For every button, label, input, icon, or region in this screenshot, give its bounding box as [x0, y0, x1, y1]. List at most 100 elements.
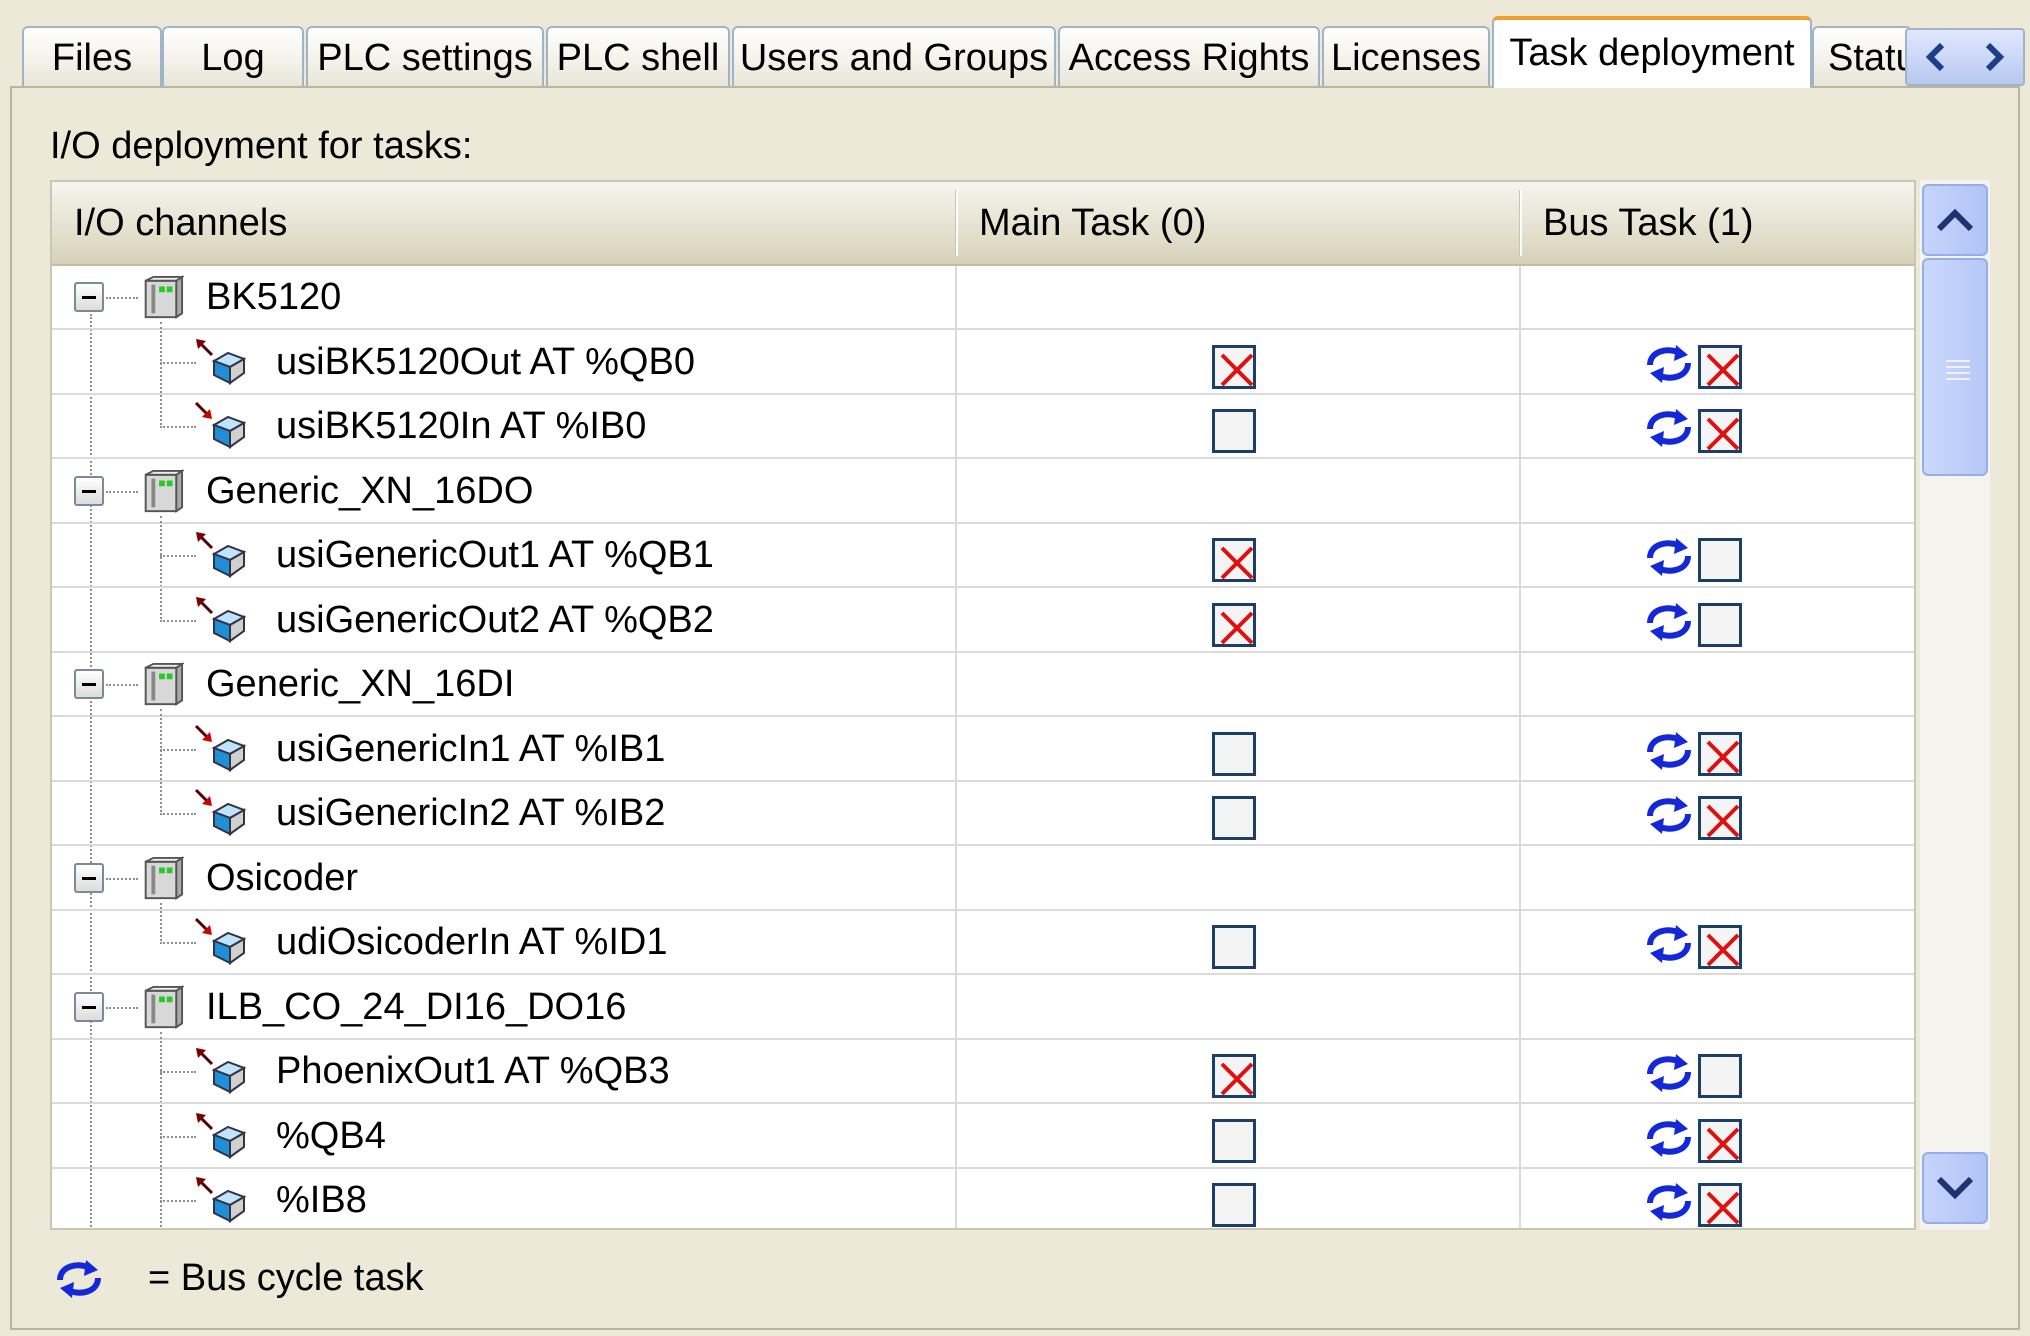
legend-text: = Bus cycle task [148, 1257, 424, 1299]
main-task-checkbox[interactable] [1212, 796, 1256, 840]
tab-statu[interactable]: Statu [1812, 26, 1912, 86]
main-task-checkbox[interactable] [1212, 602, 1256, 647]
scroll-down-button[interactable] [1922, 1152, 1988, 1224]
channel-row[interactable]: usiGenericIn1 AT %IB1 [52, 718, 1914, 782]
device-row[interactable]: BK5120 [52, 266, 1914, 425]
tab-files[interactable]: Files [22, 26, 162, 86]
collapse-toggle[interactable] [74, 991, 104, 1022]
channel-name: usiGenericIn1 AT %IB1 [276, 727, 666, 770]
bus-task-checkbox[interactable] [1698, 602, 1742, 647]
device-row[interactable]: Generic_XN_16DO [52, 460, 1914, 619]
column-header-io-channels[interactable]: I/O channels [52, 182, 952, 264]
channel-name: usiBK5120Out AT %QB0 [276, 340, 695, 383]
output-channel-icon [196, 1112, 247, 1159]
main-task-checkbox[interactable] [1212, 731, 1256, 776]
main-task-checkbox[interactable] [1212, 1183, 1256, 1227]
tree-line [160, 619, 196, 622]
tree-line [160, 813, 196, 815]
main-task-checkbox[interactable] [1212, 538, 1256, 582]
bus-task-checkbox[interactable] [1698, 731, 1742, 776]
channel-name: PhoenixOut1 AT %QB3 [276, 1050, 670, 1092]
channel-row[interactable]: udiOsicoderIn AT %ID1 [52, 911, 1914, 975]
output-channel-icon [196, 338, 247, 385]
vertical-scrollbar[interactable] [1920, 180, 1990, 1230]
channel-row[interactable]: %QB4 [52, 1105, 1914, 1169]
output-channel-icon [196, 1048, 247, 1094]
bus-task-checkbox[interactable] [1698, 1183, 1742, 1227]
tab-plc-shell[interactable]: PLC shell [546, 26, 730, 86]
bus-cycle-icon [1647, 1118, 1691, 1157]
tree-line [106, 877, 138, 880]
tree-line [106, 490, 138, 493]
bus-task-checkbox[interactable] [1698, 1054, 1742, 1098]
main-task-checkbox[interactable] [1212, 1054, 1256, 1098]
collapse-toggle[interactable] [74, 282, 104, 312]
check-x-icon [1706, 353, 1740, 386]
section-label: I/O deployment for tasks: [50, 125, 473, 167]
bus-cycle-icon [1647, 344, 1691, 383]
channel-name: usiBK5120In AT %IB0 [276, 405, 647, 447]
channel-row[interactable]: usiGenericOut2 AT %QB2 [52, 589, 1914, 653]
channel-row[interactable]: %IB8 [52, 1169, 1914, 1228]
device-name: BK5120 [206, 276, 342, 318]
scroll-thumb[interactable] [1922, 258, 1988, 476]
channel-row[interactable]: usiBK5120Out AT %QB0 [52, 331, 1914, 395]
channel-name: udiOsicoderIn AT %ID1 [276, 921, 668, 963]
device-module-icon [144, 275, 184, 319]
tab-licenses[interactable]: Licenses [1322, 26, 1490, 86]
channel-row[interactable]: usiGenericOut1 AT %QB1 [52, 524, 1914, 588]
output-channel-icon [196, 532, 247, 578]
check-x-icon [1220, 353, 1254, 386]
collapse-toggle[interactable] [74, 862, 104, 893]
main-task-checkbox[interactable] [1212, 925, 1256, 969]
device-row[interactable]: ILB_CO_24_DI16_DO16 [52, 976, 1914, 1228]
column-header-main-task[interactable]: Main Task (0) [957, 182, 1517, 264]
channel-row[interactable]: PhoenixOut1 AT %QB3 [52, 1040, 1914, 1104]
tree-line [160, 942, 196, 944]
tree-line [106, 297, 138, 299]
collapse-toggle[interactable] [74, 669, 104, 699]
bus-cycle-icon [1647, 409, 1691, 447]
tree-line [160, 1200, 196, 1202]
scroll-up-button[interactable] [1922, 184, 1988, 256]
check-x-icon [1706, 1191, 1740, 1225]
io-deployment-grid: I/O channels Main Task (0) Bus Task (1) … [50, 180, 1916, 1230]
channel-row[interactable]: usiGenericIn2 AT %IB2 [52, 782, 1914, 846]
input-channel-icon [194, 788, 247, 836]
device-module-icon [144, 662, 184, 706]
device-module-icon [144, 855, 184, 900]
bus-cycle-icon [1647, 1183, 1691, 1221]
tab-scroll-right-button[interactable] [1965, 30, 2023, 84]
tab-task-deployment[interactable]: Task deployment [1492, 16, 1812, 88]
output-channel-icon [196, 596, 247, 643]
main-task-checkbox[interactable] [1212, 1118, 1256, 1163]
tab-users-and-groups[interactable]: Users and Groups [732, 26, 1056, 86]
bus-task-checkbox[interactable] [1698, 796, 1742, 840]
device-name: Osicoder [206, 856, 359, 899]
bus-task-checkbox[interactable] [1698, 344, 1742, 389]
bus-cycle-icon [1647, 538, 1691, 576]
main-task-checkbox[interactable] [1212, 344, 1256, 389]
device-row[interactable]: Generic_XN_16DI [52, 653, 1914, 812]
column-header-bus-task[interactable]: Bus Task (1) [1521, 182, 1914, 264]
tab-access-rights[interactable]: Access Rights [1058, 26, 1320, 86]
bus-task-checkbox[interactable] [1698, 1118, 1742, 1163]
collapse-toggle[interactable] [74, 475, 104, 506]
bus-task-checkbox[interactable] [1698, 538, 1742, 582]
output-channel-icon [196, 1177, 247, 1223]
channel-name: %QB4 [276, 1114, 386, 1157]
tree-line [160, 426, 196, 428]
tab-plc-settings[interactable]: PLC settings [306, 26, 544, 86]
bus-task-checkbox[interactable] [1698, 409, 1742, 453]
tab-scroll-left-button[interactable] [1907, 30, 1965, 84]
input-channel-icon [194, 401, 247, 449]
tab-log[interactable]: Log [162, 26, 304, 86]
grid-header: I/O channels Main Task (0) Bus Task (1) [52, 182, 1914, 266]
device-row[interactable]: Osicoder [52, 847, 1914, 941]
tab-strip: Files Log PLC settings PLC shell Users and G… [0, 0, 2030, 90]
check-x-icon [1220, 546, 1254, 580]
main-task-checkbox[interactable] [1212, 409, 1256, 453]
bus-task-checkbox[interactable] [1698, 925, 1742, 969]
check-x-icon [1706, 804, 1740, 838]
channel-row[interactable]: usiBK5120In AT %IB0 [52, 395, 1914, 459]
